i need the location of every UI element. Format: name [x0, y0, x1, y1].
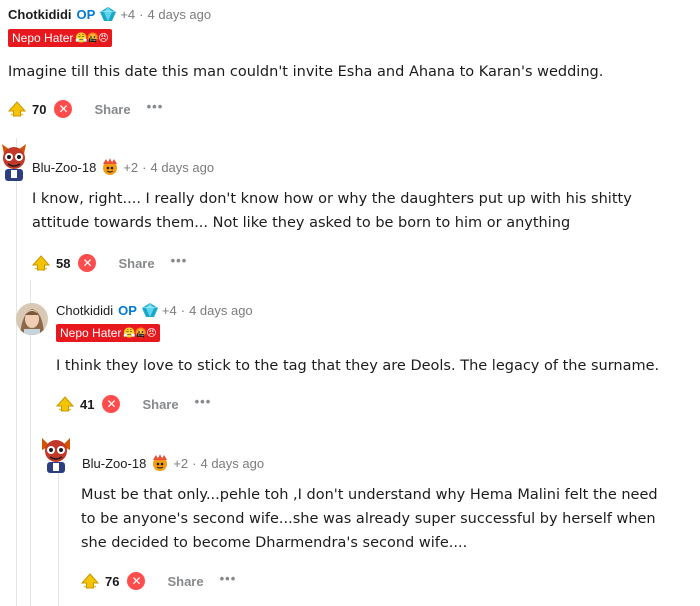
vote-score: 76	[105, 573, 120, 589]
downvote-icon[interactable]: ✕	[102, 395, 121, 413]
vote-score: 58	[56, 255, 71, 271]
share-button[interactable]: Share	[167, 574, 203, 589]
more-options-button[interactable]: •••	[171, 253, 188, 268]
achievement-badge-icon	[150, 454, 170, 472]
comment-body-line: she decided to become Dharmendra's secon…	[81, 535, 468, 551]
share-button[interactable]: Share	[118, 256, 154, 271]
timestamp[interactable]: 4 days ago	[148, 7, 212, 22]
avatar[interactable]	[16, 303, 48, 335]
op-tag: OP	[118, 302, 137, 318]
upvote-icon[interactable]	[54, 393, 76, 415]
achievement-badge-icon	[100, 158, 120, 176]
comment-body: I know, right.... I really don't know ho…	[32, 187, 692, 235]
downvote-icon[interactable]: ✕	[54, 100, 73, 118]
separator: ·	[192, 455, 197, 471]
avatar[interactable]	[0, 140, 28, 184]
flair-emoji: 😤🤬😠	[75, 32, 108, 44]
comment-body-line: Must be that only...pehle toh ,I don't u…	[81, 487, 658, 503]
comment-body: I think they love to stick to the tag th…	[56, 358, 660, 374]
karma-count: +4	[161, 302, 177, 318]
timestamp[interactable]: 4 days ago	[189, 303, 253, 318]
comment-body: Must be that only...pehle toh ,I don't u…	[81, 483, 696, 555]
comment-actions: 70 ✕ Share •••	[6, 97, 163, 121]
upvote-icon[interactable]	[30, 252, 52, 274]
karma-count: +2	[123, 159, 139, 175]
downvote-icon[interactable]: ✕	[127, 572, 146, 590]
flair-text: Nepo Hater	[60, 326, 122, 340]
vote-score: 41	[80, 396, 95, 412]
share-button[interactable]: Share	[142, 397, 178, 412]
author-name[interactable]: Blu-Zoo-18	[32, 160, 96, 175]
thread-line[interactable]	[16, 138, 17, 606]
downvote-icon[interactable]: ✕	[78, 254, 97, 272]
comment-body: Imagine till this date this man couldn't…	[8, 64, 604, 80]
user-flair: Nepo Hater 😤🤬😠	[56, 324, 160, 342]
separator: ·	[180, 302, 186, 318]
more-options-button[interactable]: •••	[147, 99, 164, 114]
comment-body-line: I know, right.... I really don't know ho…	[32, 191, 632, 207]
author-name[interactable]: Chotkididi	[8, 7, 72, 22]
author-name[interactable]: Blu-Zoo-18	[82, 456, 146, 471]
comment-actions: 76 ✕ Share •••	[79, 569, 236, 593]
karma-count: +2	[173, 455, 189, 471]
upvote-icon[interactable]	[6, 98, 28, 120]
share-button[interactable]: Share	[94, 102, 130, 117]
author-name[interactable]: Chotkididi	[56, 303, 113, 318]
achievement-badge-icon	[141, 302, 159, 318]
user-flair: Nepo Hater 😤🤬😠	[8, 29, 112, 47]
more-options-button[interactable]: •••	[195, 394, 212, 409]
separator: ·	[142, 159, 147, 175]
flair-emoji: 😤🤬😠	[123, 327, 156, 339]
comment-body-line: attitude towards them... Not like they a…	[32, 215, 571, 231]
flair-text: Nepo Hater	[12, 31, 74, 45]
avatar[interactable]	[36, 434, 76, 474]
achievement-badge-icon	[99, 6, 117, 22]
timestamp[interactable]: 4 days ago	[200, 456, 264, 471]
comment-actions: 58 ✕ Share •••	[30, 251, 187, 275]
karma-count: +4	[120, 6, 136, 22]
more-options-button[interactable]: •••	[220, 571, 237, 586]
upvote-icon[interactable]	[79, 570, 101, 592]
timestamp[interactable]: 4 days ago	[150, 160, 214, 175]
separator: ·	[139, 6, 144, 22]
comment-body-line: to be anyone's second wife...she was alr…	[81, 511, 656, 527]
op-tag: OP	[76, 6, 96, 22]
vote-score: 70	[32, 101, 47, 117]
comment-actions: 41 ✕ Share •••	[54, 392, 211, 416]
